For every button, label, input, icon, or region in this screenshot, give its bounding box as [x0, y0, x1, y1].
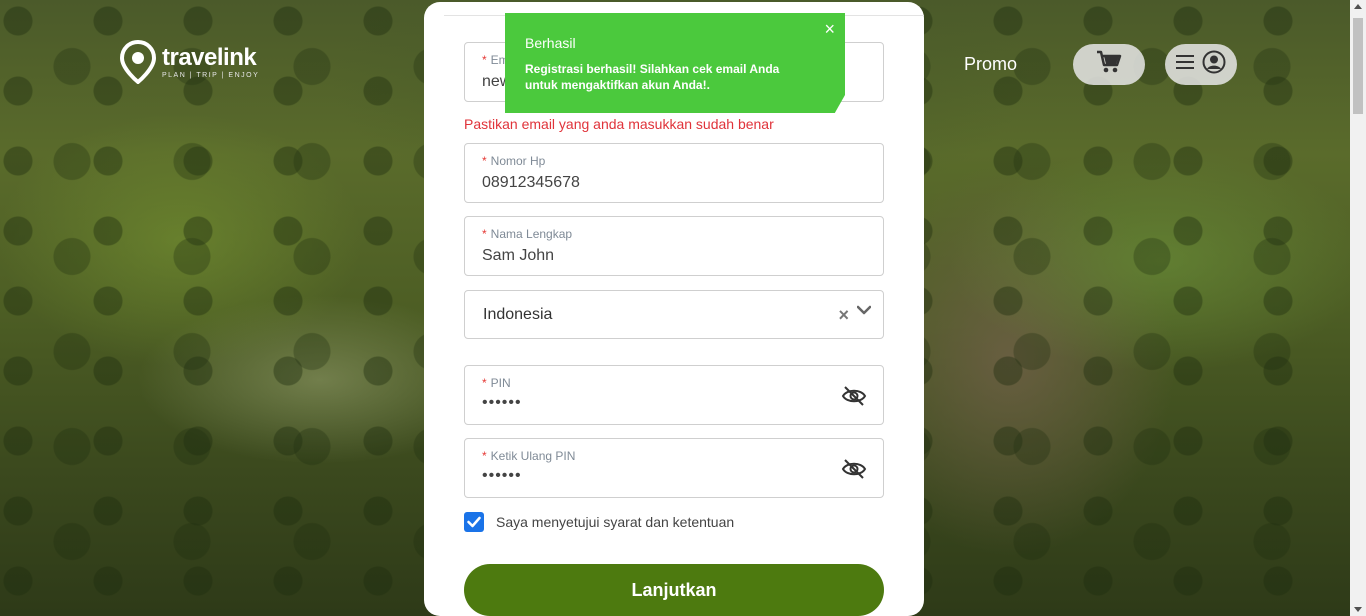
pin-confirm-field[interactable]: * Ketik Ulang PIN •••••• [464, 438, 884, 498]
logo[interactable]: travelink PLAN | TRIP | ENJOY [119, 39, 260, 85]
pin-confirm-label: * Ketik Ulang PIN [482, 449, 575, 463]
full-name-label-text: Nama Lengkap [490, 227, 573, 241]
required-marker: * [482, 227, 487, 241]
toast-message: Registrasi berhasil! Silahkan cek email … [525, 62, 780, 92]
toast-title: Berhasil [525, 35, 576, 51]
pin-label-text: PIN [490, 376, 511, 390]
checkmark-icon [467, 516, 481, 528]
pin-field[interactable]: * PIN •••••• [464, 365, 884, 425]
close-icon[interactable]: × [824, 19, 835, 40]
required-marker: * [482, 449, 487, 463]
user-circle-icon [1202, 50, 1226, 79]
shopping-cart-icon [1096, 50, 1122, 79]
required-marker: * [482, 53, 487, 67]
email-label: * Em [482, 53, 509, 67]
country-select[interactable]: Indonesia × [464, 290, 884, 339]
phone-label-text: Nomor Hp [490, 154, 546, 168]
pin-value: •••••• [482, 394, 522, 411]
chevron-down-icon[interactable] [856, 303, 872, 317]
email-error-message: Pastikan email yang anda masukkan sudah … [464, 116, 774, 132]
phone-field[interactable]: * Nomor Hp 08912345678 [464, 143, 884, 203]
required-marker: * [482, 376, 487, 390]
continue-button[interactable]: Lanjutkan [464, 564, 884, 616]
cart-button[interactable] [1073, 44, 1145, 85]
full-name-label: * Nama Lengkap [482, 227, 572, 241]
clear-selection-icon[interactable]: × [838, 305, 849, 326]
phone-label: * Nomor Hp [482, 154, 545, 168]
scroll-up-arrow-icon[interactable] [1354, 4, 1362, 9]
full-name-value: Sam John [482, 247, 555, 264]
success-toast: Berhasil Registrasi berhasil! Silahkan c… [505, 13, 845, 113]
pin-label: * PIN [482, 376, 511, 390]
nav-promo-link[interactable]: Promo [964, 54, 1017, 75]
hamburger-menu-icon [1176, 54, 1194, 75]
logo-tagline: PLAN | TRIP | ENJOY [162, 71, 260, 79]
terms-checkbox[interactable] [464, 512, 484, 532]
page-scrollbar[interactable] [1350, 0, 1366, 616]
scroll-down-arrow-icon[interactable] [1354, 607, 1362, 612]
pin-confirm-value: •••••• [482, 467, 522, 484]
required-marker: * [482, 154, 487, 168]
eye-slash-icon[interactable] [841, 385, 867, 407]
country-select-value: Indonesia [483, 306, 553, 323]
map-pin-icon [119, 39, 157, 85]
terms-label[interactable]: Saya menyetujui syarat dan ketentuan [496, 514, 734, 530]
eye-slash-icon[interactable] [841, 458, 867, 480]
logo-name: travelink [162, 43, 257, 71]
pin-confirm-label-text: Ketik Ulang PIN [490, 449, 576, 463]
account-menu-button[interactable] [1165, 44, 1237, 85]
phone-value: 08912345678 [482, 174, 580, 191]
full-name-field[interactable]: * Nama Lengkap Sam John [464, 216, 884, 276]
scroll-thumb[interactable] [1353, 18, 1363, 114]
